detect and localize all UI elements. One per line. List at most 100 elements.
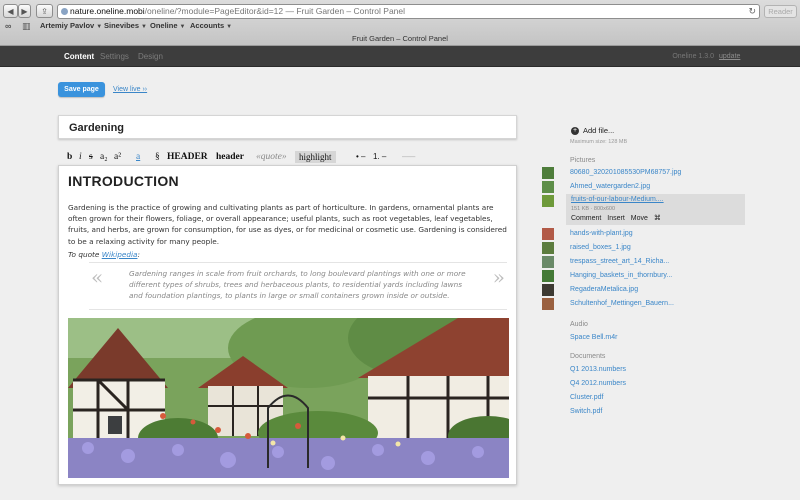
file-link-picture-8[interactable]: RegaderaMetalica.jpg: [570, 286, 638, 293]
image-thumbnail[interactable]: [542, 256, 554, 268]
file-link-document-2[interactable]: Q4 2012.numbers: [570, 380, 626, 387]
image-thumbnail[interactable]: [542, 195, 554, 207]
bookmark-oneline[interactable]: Oneline ▼: [150, 21, 185, 30]
move-action[interactable]: Move: [631, 215, 648, 222]
quote-intro: To quote Wikipedia:: [68, 250, 140, 259]
bookmark-label: Oneline: [150, 21, 178, 30]
subscript-button[interactable]: a₂: [100, 151, 108, 163]
blockquote: « Gardening ranges in scale from fruit o…: [89, 262, 507, 310]
glasses-icon[interactable]: ∞: [5, 21, 11, 31]
forward-button[interactable]: ▶: [18, 4, 31, 18]
forward-arrow-icon: ▶: [21, 6, 28, 16]
back-arrow-icon: ◀: [7, 6, 14, 16]
view-live-link[interactable]: View live ››: [113, 86, 147, 93]
image-thumbnail[interactable]: [542, 181, 554, 193]
add-file-button[interactable]: + Add file...: [571, 126, 614, 135]
address-bar[interactable]: nature.oneline.mobi/oneline/?module=Page…: [57, 4, 760, 19]
file-link-picture-1[interactable]: 80680_320201085530PM68757.jpg: [570, 169, 681, 176]
close-quote-icon: »: [492, 265, 505, 289]
image-thumbnail[interactable]: [542, 167, 554, 179]
garden-photo[interactable]: [68, 318, 509, 478]
url-host: nature.oneline.mobi: [70, 6, 145, 16]
image-thumbnail[interactable]: [542, 270, 554, 282]
tab-settings[interactable]: Settings: [100, 52, 129, 61]
quote-suffix: :: [137, 250, 140, 259]
book-icon[interactable]: ▥: [22, 21, 31, 32]
reload-icon[interactable]: ↻: [748, 5, 756, 18]
file-meta: 151 KB · 800x600: [571, 206, 616, 212]
superscript-button[interactable]: a²: [114, 151, 121, 163]
bookmark-label: Artemiy Pavlov: [40, 21, 95, 30]
bookmarks-bar: ∞ ▥ Artemiy Pavlov ▼ Sinevibes ▼ Oneline ▼ …: [0, 20, 800, 33]
header-lower-button[interactable]: header: [216, 151, 244, 163]
file-link-picture-6[interactable]: trespass_street_art_14_Richa...: [570, 258, 669, 265]
file-link-picture-5[interactable]: raised_boxes_1.jpg: [570, 244, 631, 251]
file-actions: Comment Insert Move ⌘: [571, 214, 665, 222]
version-label: Oneline 1.3.0: [672, 53, 714, 60]
caret-down-icon: ▼: [226, 24, 233, 30]
file-link-picture-9[interactable]: Schultenhof_Mettingen_Bauern...: [570, 300, 674, 307]
command-icon[interactable]: ⌘: [654, 215, 661, 222]
reader-button[interactable]: Reader: [764, 5, 797, 18]
comment-action[interactable]: Comment: [571, 215, 601, 222]
update-link[interactable]: update: [719, 53, 740, 60]
wikipedia-link[interactable]: Wikipedia: [102, 250, 138, 259]
site-icon: [61, 8, 68, 15]
bookmark-artemiy-pavlov[interactable]: Artemiy Pavlov ▼: [40, 21, 102, 30]
quote-button[interactable]: «quote»: [256, 151, 287, 163]
image-thumbnail[interactable]: [542, 298, 554, 310]
strike-button[interactable]: s: [89, 151, 93, 163]
file-link-document-4[interactable]: Switch.pdf: [570, 408, 602, 415]
content-editor[interactable]: INTRODUCTION Gardening is the practice o…: [58, 165, 517, 485]
tab-content[interactable]: Content: [64, 52, 94, 61]
image-thumbnail[interactable]: [542, 228, 554, 240]
caret-down-icon: ▼: [96, 24, 103, 30]
highlight-button[interactable]: highlight: [295, 151, 336, 163]
section-button[interactable]: §: [155, 151, 160, 163]
bold-button[interactable]: b: [67, 151, 72, 163]
share-icon: ⇪: [41, 6, 48, 16]
share-button[interactable]: ⇪: [36, 4, 53, 18]
bookmark-sinevibes[interactable]: Sinevibes ▼: [104, 21, 147, 30]
pictures-heading: Pictures: [570, 157, 596, 164]
file-link-picture-7[interactable]: Hanging_baskets_in_thornbury...: [570, 272, 672, 279]
tab-design[interactable]: Design: [138, 52, 163, 61]
max-size-label: Maximum size: 128 MB: [570, 139, 628, 145]
page-title: Gardening: [69, 122, 125, 134]
url-path: /oneline/?module=PageEditor&id=12 — Frui…: [144, 6, 406, 16]
header-upper-button[interactable]: HEADER: [167, 151, 208, 163]
editor-paragraph: Gardening is the practice of growing and…: [68, 203, 507, 246]
file-link-document-3[interactable]: Cluster.pdf: [570, 394, 603, 401]
divider-button[interactable]: –––: [402, 151, 415, 163]
page-title-field[interactable]: Gardening: [58, 115, 517, 139]
add-file-label: Add file...: [583, 126, 615, 135]
editor-heading: INTRODUCTION: [68, 173, 179, 189]
window-title: Fruit Garden – Control Panel: [352, 34, 448, 43]
caret-down-icon: ▼: [141, 24, 147, 30]
bookmark-label: Sinevibes: [104, 21, 140, 30]
caret-down-icon: ▼: [179, 24, 186, 30]
app-nav-bar: Content Settings Design Oneline 1.3.0 up…: [0, 46, 800, 67]
file-link-audio-1[interactable]: Space Bell.m4r: [570, 334, 617, 341]
browser-toolbar: ◀ ▶ ⇪ nature.oneline.mobi/oneline/?modul…: [0, 2, 800, 20]
bookmark-accounts[interactable]: Accounts ▼: [190, 21, 232, 30]
save-page-button[interactable]: Save page: [58, 82, 105, 97]
selected-file-panel: fruits-of-our-labour-Medium.... 151 KB ·…: [566, 194, 745, 225]
back-button[interactable]: ◀: [3, 4, 18, 18]
file-link-picture-3[interactable]: fruits-of-our-labour-Medium....: [571, 196, 664, 203]
insert-action[interactable]: Insert: [607, 215, 625, 222]
bullet-list-button[interactable]: • –: [356, 151, 365, 163]
italic-button[interactable]: i: [79, 151, 82, 163]
open-quote-icon: «: [91, 265, 104, 289]
image-thumbnail[interactable]: [542, 284, 554, 296]
audio-heading: Audio: [570, 321, 588, 328]
image-thumbnail[interactable]: [542, 242, 554, 254]
file-link-picture-4[interactable]: hands-with-plant.jpg: [570, 230, 633, 237]
file-link-document-1[interactable]: Q1 2013.numbers: [570, 366, 626, 373]
bookmark-label: Accounts: [190, 21, 225, 30]
link-button[interactable]: a: [136, 151, 140, 163]
documents-heading: Documents: [570, 353, 606, 360]
numbered-list-button[interactable]: 1. –: [373, 151, 386, 163]
garden-photo-image: [68, 318, 509, 478]
file-link-picture-2[interactable]: Ahmed_watergarden2.jpg: [570, 183, 650, 190]
